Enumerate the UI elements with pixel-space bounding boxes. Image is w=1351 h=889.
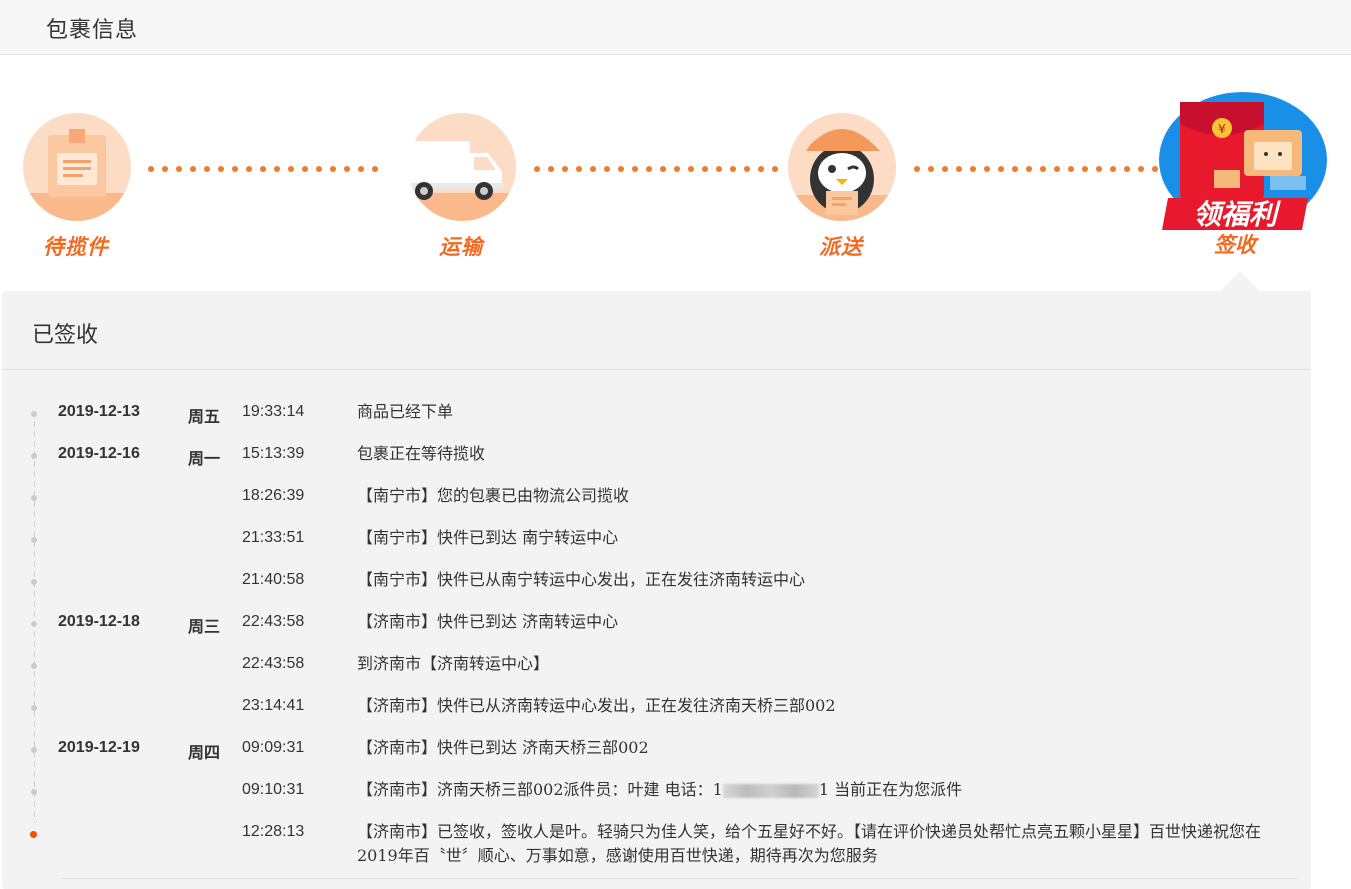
row-time: 09:09:31 [242,739,305,756]
progress-dots [534,166,778,172]
row-message: 【济南市】快件已到达 济南转运中心 [357,612,619,631]
message-suffix: 1 当前正在为您派件 [818,780,963,799]
redacted-phone [722,783,819,798]
timeline-row: 23:14:41 【济南市】快件已从济南转运中心发出，正在发往济南天桥三部002 [2,696,1302,739]
progress-tracker: 待揽件 运输 派送 ¥ 领福利 签收 [0,55,1351,291]
timeline-dot [31,537,37,543]
row-date: 2019-12-16 [58,445,140,462]
timeline-row: 2019-12-13 周五 19:33:14 商品已经下单 [2,402,1302,445]
stage-delivery: 派送 [788,113,898,273]
timeline-dot [31,621,37,627]
row-message: 【南宁市】您的包裹已由物流公司揽收 [357,486,630,505]
row-message: 商品已经下单 [357,402,454,421]
divider [62,878,1297,879]
row-weekday: 周四 [188,743,221,762]
row-message: 到济南市【济南转运中心】 [357,654,550,673]
row-time: 12:28:13 [242,823,305,840]
courier-icon [788,113,896,221]
row-message: 【济南市】快件已从济南转运中心发出，正在发往济南天桥三部002 [357,696,836,715]
row-time: 21:40:58 [242,571,305,588]
row-time: 15:13:39 [242,445,305,462]
row-time: 22:43:58 [242,655,305,672]
status-title: 已签收 [32,323,99,348]
timeline-row: 18:26:39 【南宁市】您的包裹已由物流公司揽收 [2,486,1302,529]
timeline-row: 21:33:51 【南宁市】快件已到达 南宁转运中心 [2,528,1302,571]
progress-dots [914,166,1158,172]
row-time: 22:43:58 [242,613,305,630]
package-icon [23,113,131,221]
row-time: 19:33:14 [242,403,305,420]
row-weekday: 周一 [188,449,221,468]
timeline-row: 2019-12-19 周四 09:09:31 【济南市】快件已到达 济南天桥三部… [2,738,1302,781]
row-message: 【济南市】已签收，签收人是叶。轻骑只为佳人笑，给个五星好不好。【请在评价快递员处… [357,822,1262,865]
stage-transport: 运输 [408,113,518,273]
row-time: 18:26:39 [242,487,305,504]
panel-pointer [1220,271,1260,291]
timeline-dot [31,495,37,501]
row-weekday: 周五 [188,407,221,426]
stage-label: 运输 [439,235,483,259]
page-header: 包裹信息 [0,0,1351,55]
timeline-row: 09:10:31 【济南市】济南天桥三部002派件员：叶建 电话：1 1 当前正在… [2,778,1302,823]
stage-label: 派送 [819,235,863,259]
timeline-row-latest: 12:28:13 【济南市】已签收，签收人是叶。轻骑只为佳人笑，给个五星好不好。… [2,822,1302,865]
red-envelope-icon[interactable]: ¥ 领福利 [1158,90,1328,240]
timeline-row: 2019-12-18 周三 22:43:58 【济南市】快件已到达 济南转运中心 [2,612,1302,655]
row-time: 23:14:41 [242,697,305,714]
promo-text: 领福利 [1193,198,1281,231]
progress-dots [148,166,388,172]
tracking-panel: 已签收 2019-12-13 周五 19:33:14 商品已经下单 2019-1… [2,291,1311,889]
timeline-row: 2019-12-16 周一 15:13:39 包裹正在等待揽收 [2,444,1302,487]
timeline-dot-active [30,831,37,838]
stage-label: 待揽件 [43,235,109,259]
row-time: 09:10:31 [242,781,305,798]
timeline-dot [31,663,37,669]
stage-pending-pickup: 待揽件 [23,113,133,273]
timeline-row: 21:40:58 【南宁市】快件已从南宁转运中心发出，正在发往济南转运中心 [2,570,1302,613]
timeline-dot [31,411,37,417]
divider [2,369,1311,370]
row-date: 2019-12-18 [58,613,140,630]
message-prefix: 【济南市】济南天桥三部002派件员：叶建 电话：1 [357,780,723,799]
row-message: 【济南市】快件已到达 济南天桥三部002 [357,738,649,757]
timeline-dot [31,747,37,753]
row-message: 【南宁市】快件已到达 南宁转运中心 [357,528,619,547]
row-message: 【济南市】济南天桥三部002派件员：叶建 电话：1 1 当前正在为您派件 [357,778,1297,802]
timeline-dot [31,705,37,711]
row-message: 包裹正在等待揽收 [357,444,486,463]
timeline-dot [31,453,37,459]
timeline-dot [31,789,37,795]
row-time: 21:33:51 [242,529,305,546]
stage-label: 签收 [1214,233,1256,257]
row-date: 2019-12-13 [58,403,140,420]
truck-icon [408,113,516,221]
page-title: 包裹信息 [46,18,139,43]
row-date: 2019-12-19 [58,739,140,756]
row-weekday: 周三 [188,617,221,636]
timeline-dot [31,579,37,585]
timeline-row: 22:43:58 到济南市【济南转运中心】 [2,654,1302,697]
row-message: 【南宁市】快件已从南宁转运中心发出，正在发往济南转运中心 [357,570,806,589]
svg-text:¥: ¥ [1218,122,1226,136]
